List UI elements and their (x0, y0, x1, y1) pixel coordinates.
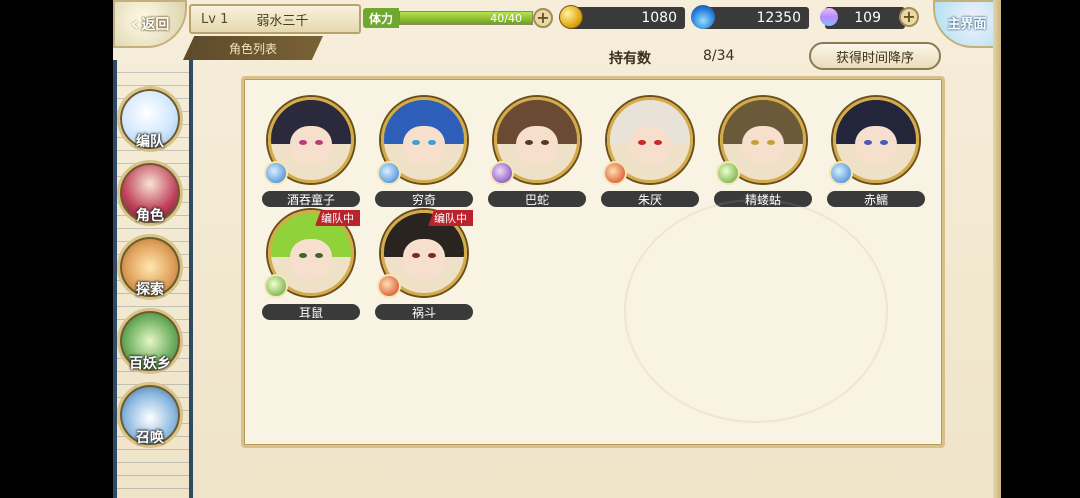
right-frame-border (993, 0, 1001, 498)
gem-counter: 109 (816, 4, 905, 30)
in-formation-badge: 编队中 (428, 210, 473, 226)
stamina-label: 体力 (363, 8, 399, 28)
portrait-eye (751, 140, 759, 145)
portrait-eye (428, 140, 436, 145)
character-name: 穷奇 (375, 191, 473, 207)
character-card[interactable]: 穷奇 (375, 97, 473, 209)
portrait-face (290, 238, 332, 279)
nav-summon[interactable]: 召唤 (117, 382, 183, 448)
portrait-face (403, 125, 445, 166)
main-menu-button[interactable]: 主界面 (933, 0, 1001, 48)
back-label: 返回 (141, 17, 170, 33)
stamina-bar: 体力 40/40 + (363, 6, 553, 30)
water-element-icon (377, 161, 401, 185)
back-button[interactable]: ‹ 返回 (113, 0, 187, 48)
character-card[interactable]: 酒吞童子 (262, 97, 360, 209)
nav-summon-label: 召唤 (136, 430, 164, 446)
tab-character-list[interactable]: 角色列表 (183, 36, 323, 60)
main-menu-label: 主界面 (947, 16, 987, 32)
game-screen: ‹ 返回 Lv 1 弱水三千 角色列表 体力 40/40 + 1080 1235… (113, 0, 1001, 498)
nav-village[interactable]: 百妖乡 (117, 308, 183, 374)
nav-character-label: 角色 (136, 208, 164, 224)
add-stamina-button[interactable]: + (533, 8, 553, 28)
wind-element-icon (264, 274, 288, 298)
character-card[interactable]: 精蝼蛄 (714, 97, 812, 209)
portrait-eye (864, 140, 872, 145)
wind-element-icon (716, 161, 740, 185)
sort-label: 获得时间降序 (835, 50, 914, 66)
character-name: 巴蛇 (488, 191, 586, 207)
character-card[interactable]: 编队中 祸斗 (375, 210, 473, 322)
character-name: 祸斗 (375, 304, 473, 320)
owned-count-value: 8/34 (703, 48, 735, 64)
water-element-icon (829, 161, 853, 185)
portrait-eye (299, 140, 307, 145)
in-formation-badge: 编队中 (315, 210, 360, 226)
portrait-eye (654, 140, 662, 145)
sort-button[interactable]: 获得时间降序 (809, 42, 941, 70)
portrait-face (742, 125, 784, 166)
fire-element-icon (603, 161, 627, 185)
character-card[interactable]: 巴蛇 (488, 97, 586, 209)
owned-count-label: 持有数 (609, 51, 651, 67)
tab-label: 角色列表 (228, 41, 277, 56)
player-info: Lv 1 弱水三千 (189, 4, 361, 34)
character-card[interactable]: 编队中 耳鼠 (262, 210, 360, 322)
portrait-eye (767, 140, 775, 145)
nav-formation[interactable]: 编队 (117, 86, 183, 152)
dark-element-icon (490, 161, 514, 185)
portrait-face (516, 125, 558, 166)
character-card[interactable]: 赤鱬 (827, 97, 925, 209)
soul-counter: 12350 (691, 5, 809, 29)
portrait-eye (525, 140, 533, 145)
coin-icon (559, 5, 583, 29)
portrait-eye (315, 253, 323, 258)
character-name: 酒吞童子 (262, 191, 360, 207)
character-card[interactable]: 朱厌 (601, 97, 699, 209)
portrait-face (403, 238, 445, 279)
portrait-face (629, 125, 671, 166)
portrait-face (855, 125, 897, 166)
coin-value: 1080 (641, 10, 677, 26)
nav-explore[interactable]: 探索 (117, 234, 183, 300)
portrait-eye (880, 140, 888, 145)
portrait-eye (412, 140, 420, 145)
portrait-eye (299, 253, 307, 258)
portrait-eye (638, 140, 646, 145)
stamina-track: 40/40 (399, 11, 533, 25)
nav-formation-label: 编队 (136, 134, 164, 150)
soul-flame-icon (691, 5, 715, 29)
soul-value: 12350 (756, 10, 801, 26)
portrait-eye (315, 140, 323, 145)
fire-element-icon (377, 274, 401, 298)
portrait-eye (541, 140, 549, 145)
character-name: 赤鱬 (827, 191, 925, 207)
player-name: 弱水三千 (256, 13, 309, 29)
character-name: 朱厌 (601, 191, 699, 207)
player-level: Lv 1 (201, 11, 229, 27)
character-name: 精蝼蛄 (714, 191, 812, 207)
gem-icon (816, 4, 842, 30)
portrait-eye (412, 253, 420, 258)
portrait-eye (428, 253, 436, 258)
back-arrow-icon: ‹ (130, 11, 140, 37)
nav-village-label: 百妖乡 (129, 356, 171, 372)
nav-character[interactable]: 角色 (117, 160, 183, 226)
character-grid: 酒吞童子 穷奇 巴蛇 朱厌 精蝼蛄 赤鱬 编队中 耳鼠 编队中 祸斗 (241, 76, 945, 448)
nav-explore-label: 探索 (136, 282, 164, 298)
add-gem-button[interactable]: + (899, 7, 919, 27)
stamina-value: 40/40 (490, 12, 522, 25)
coin-counter: 1080 (559, 5, 685, 29)
gem-value: 109 (854, 10, 881, 26)
water-element-icon (264, 161, 288, 185)
portrait-face (290, 125, 332, 166)
character-name: 耳鼠 (262, 304, 360, 320)
